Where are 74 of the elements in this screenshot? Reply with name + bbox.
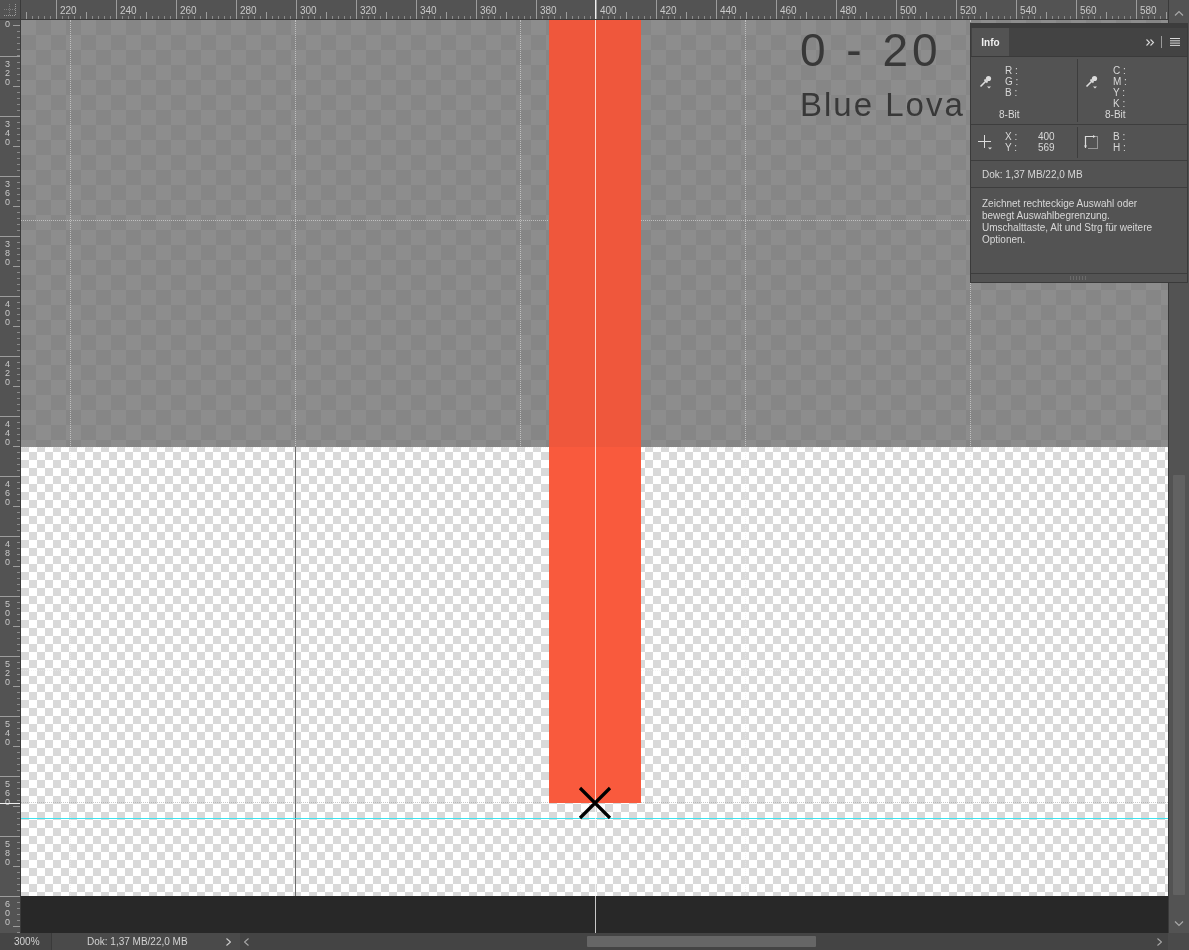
ruler-label: 0 (5, 20, 11, 29)
info-tab[interactable]: Info (972, 28, 1009, 56)
ruler-label: 520 (5, 660, 11, 687)
dimension-label: H : (1113, 142, 1126, 153)
canvas-subheading: Blue Lova (800, 88, 965, 121)
ruler-origin-icon[interactable] (4, 3, 16, 16)
document-size-text: Dok: 1,37 MB/22,0 MB (87, 936, 188, 947)
scrollbar-thumb[interactable] (587, 936, 816, 947)
ruler-label: 320 (5, 60, 11, 87)
coordinate-value: 400 (1038, 131, 1055, 142)
scroll-up-icon[interactable] (1174, 10, 1184, 16)
canvas-heading: 0 - 20 (800, 27, 942, 73)
ruler-label: 480 (840, 5, 857, 16)
menu-icon[interactable] (1170, 38, 1180, 46)
scroll-down-icon[interactable] (1174, 921, 1184, 927)
ruler-label: 340 (5, 120, 11, 147)
horizontal-scrollbar[interactable] (240, 933, 1168, 950)
ruler-label: 400 (5, 300, 11, 327)
scroll-left-icon[interactable] (244, 937, 249, 946)
tool-description: Zeichnet rechteckige Auswahl oder bewegt Auswahlbegrenzung. Umschalttaste, Alt und Strg für weitere Optionen. (982, 198, 1154, 246)
position-marker (595, 0, 596, 19)
eyedropper-icon[interactable] (978, 74, 993, 89)
channel-label: B : (1005, 87, 1018, 98)
ruler-label: 280 (240, 5, 257, 16)
coordinate-label: Y : (1005, 142, 1018, 153)
position-marker (0, 803, 20, 804)
eyedropper-icon[interactable] (1084, 74, 1099, 89)
channel-label: R : (1005, 65, 1018, 76)
channel-label: M : (1113, 76, 1127, 87)
ruler-label: 360 (480, 5, 497, 16)
chevron-right-icon[interactable] (226, 937, 231, 946)
coordinate-label: X : (1005, 131, 1018, 142)
ruler-label: 260 (180, 5, 197, 16)
zoom-field[interactable]: 300% (0, 933, 52, 950)
ruler-label: 300 (300, 5, 317, 16)
channel-label: G : (1005, 76, 1019, 87)
ruler-label: 440 (720, 5, 737, 16)
ruler-label: 380 (540, 5, 557, 16)
channel-label: C : (1113, 65, 1126, 76)
channel-label: K : (1113, 98, 1126, 109)
ruler-label: 460 (5, 480, 11, 507)
dimension-label: B : (1113, 131, 1126, 142)
coordinate-value: 569 (1038, 142, 1055, 153)
ruler-label: 360 (5, 180, 11, 207)
ruler-label: 340 (420, 5, 437, 16)
ruler-label: 220 (60, 5, 77, 16)
ruler-label: 540 (1020, 5, 1037, 16)
ruler-label: 600 (5, 900, 11, 927)
ruler-label: 460 (780, 5, 797, 16)
ruler-label: 580 (5, 840, 11, 867)
ruler-label: 240 (120, 5, 137, 16)
dotted-rectangle-icon (1084, 135, 1098, 149)
channel-label: Y : (1113, 87, 1126, 98)
ruler-label: 320 (360, 5, 377, 16)
ruler-label: 440 (5, 420, 11, 447)
ruler-label: 380 (5, 240, 11, 267)
ruler-label: 520 (960, 5, 977, 16)
bit-depth-label: 8-Bit (999, 109, 1020, 120)
ruler-label: 400 (600, 5, 617, 16)
scroll-right-icon[interactable] (1157, 937, 1162, 946)
ruler-label: 500 (900, 5, 917, 16)
crosshair-icon (978, 135, 993, 150)
bit-depth-label: 8-Bit (1105, 109, 1126, 120)
ruler-label: 540 (5, 720, 11, 747)
collapse-icon[interactable] (1146, 38, 1155, 46)
ruler-label: 480 (5, 540, 11, 567)
ruler-label: 560 (5, 780, 11, 807)
ruler-label: 420 (660, 5, 677, 16)
ruler-label: 580 (1140, 5, 1157, 16)
document-size-text: Dok: 1,37 MB/22,0 MB (982, 168, 1083, 180)
cross-cursor-icon (578, 786, 612, 820)
ruler-label: 420 (5, 360, 11, 387)
ruler-label: 500 (5, 600, 11, 627)
ruler-label: 560 (1080, 5, 1097, 16)
